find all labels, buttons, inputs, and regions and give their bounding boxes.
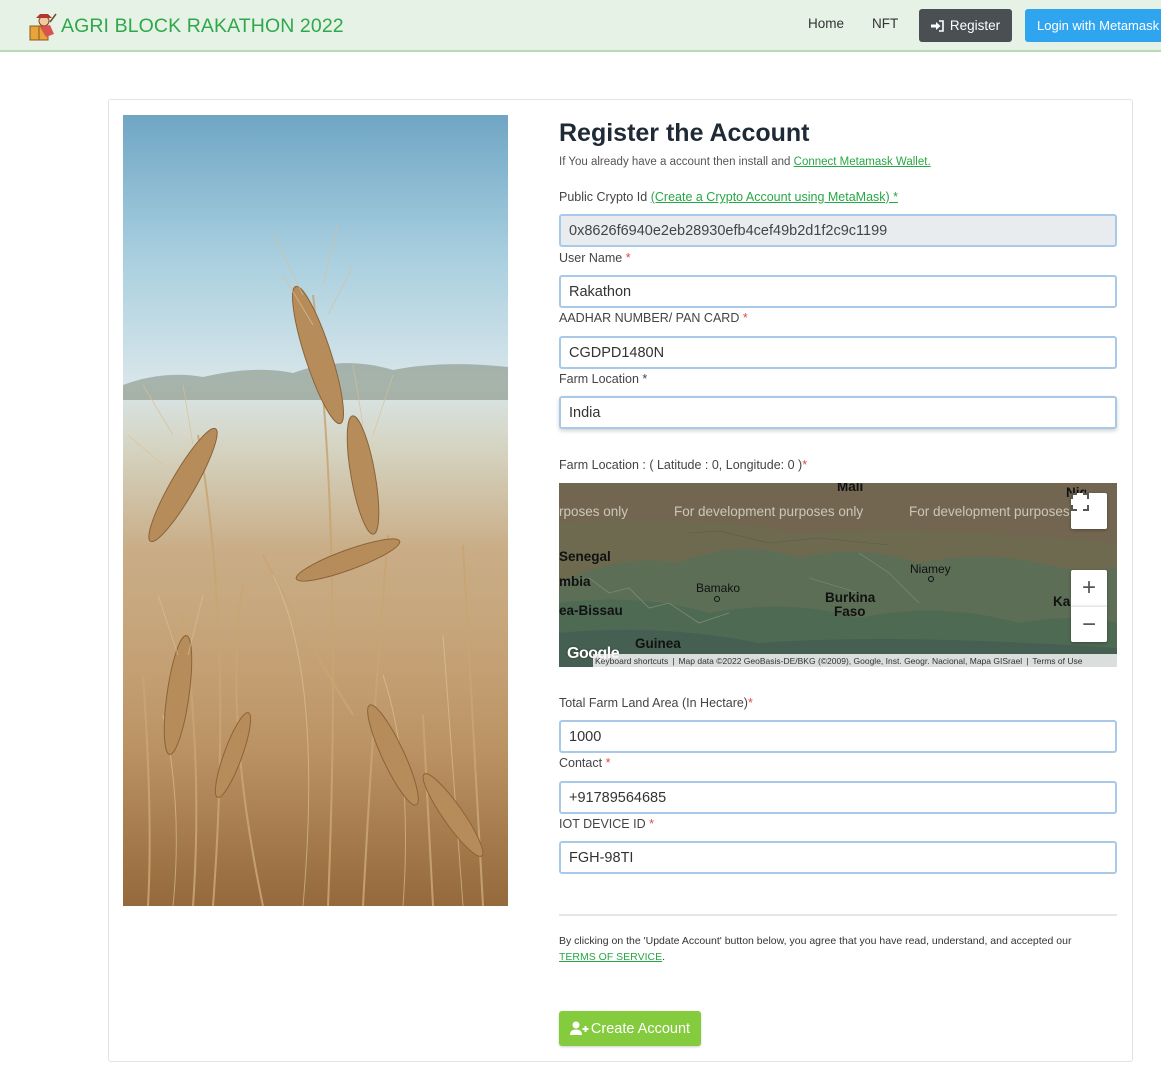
create-account-button[interactable]: Create Account bbox=[559, 1011, 701, 1046]
subtitle: If You already have a account then insta… bbox=[559, 156, 931, 168]
iot-device-label-text: IOT DEVICE ID bbox=[559, 817, 650, 831]
user-name-label-text: User Name bbox=[559, 251, 626, 265]
create-crypto-account-link[interactable]: (Create a Crypto Account using MetaMask)… bbox=[651, 190, 898, 204]
required-mark: * bbox=[605, 756, 611, 770]
farm-location-label: Farm Location * bbox=[559, 372, 648, 386]
user-plus-icon bbox=[569, 1021, 589, 1035]
aadhar-label: AADHAR NUMBER/ PAN CARD * bbox=[559, 311, 748, 325]
divider bbox=[559, 914, 1117, 916]
map-watermark: rposes only bbox=[559, 504, 629, 519]
map-watermark: For development purposes only bbox=[674, 504, 864, 519]
brand-title: AGRI BLOCK RAKATHON 2022 bbox=[61, 14, 344, 37]
wheat-field-image bbox=[123, 115, 508, 906]
register-button[interactable]: Register bbox=[919, 9, 1012, 42]
keyboard-shortcuts-link[interactable]: Keyboard shortcuts bbox=[595, 656, 668, 666]
navbar: AGRI BLOCK RAKATHON 2022 Home NFT Regist… bbox=[0, 0, 1161, 52]
required-mark: * bbox=[747, 696, 753, 710]
map-attribution: Keyboard shortcuts | Map data ©2022 GeoB… bbox=[593, 654, 1117, 667]
required-mark: * bbox=[802, 458, 808, 472]
fullscreen-button[interactable] bbox=[1071, 493, 1107, 529]
public-id-field[interactable]: 0x8626f6940e2eb28930efb4cef49b2d1f2c9c11… bbox=[559, 214, 1117, 247]
map-place-guinea: Guinea bbox=[635, 636, 681, 651]
required-mark: * bbox=[649, 817, 654, 831]
map-place-bamako: Bamako bbox=[696, 581, 741, 595]
map-watermark: For development purposes bbox=[909, 504, 1070, 519]
farm-location-field[interactable]: India bbox=[559, 396, 1117, 429]
map-location-label-text: Farm Location : ( Latitude : 0, Longitud… bbox=[559, 458, 803, 472]
map-place-gambia: mbia bbox=[559, 574, 591, 589]
map-place-faso: Faso bbox=[834, 604, 866, 619]
brand[interactable]: AGRI BLOCK RAKATHON 2022 bbox=[26, 9, 344, 43]
contact-label: Contact * bbox=[559, 756, 610, 770]
map-location-label: Farm Location : ( Latitude : 0, Longitud… bbox=[559, 458, 807, 472]
terms-notice: By clicking on the 'Update Account' butt… bbox=[559, 933, 1117, 965]
land-area-label-text: Total Farm Land Area (In Hectare) bbox=[559, 696, 748, 710]
terms-of-service-link[interactable]: TERMS OF SERVICE bbox=[559, 951, 662, 963]
page-title: Register the Account bbox=[559, 119, 810, 147]
map-terms-link[interactable]: Terms of Use bbox=[1032, 656, 1082, 666]
separator: | bbox=[672, 655, 675, 666]
iot-device-label: IOT DEVICE ID * bbox=[559, 817, 654, 831]
iot-device-field[interactable]: FGH-98TI bbox=[559, 841, 1117, 874]
register-label: Register bbox=[949, 18, 1001, 33]
create-account-label: Create Account bbox=[590, 1020, 691, 1037]
nav-home-link[interactable]: Home bbox=[808, 16, 844, 31]
zoom-in-button[interactable]: + bbox=[1071, 570, 1107, 606]
map-place-senegal: Senegal bbox=[559, 549, 611, 564]
login-label: Login with Metamask bbox=[1037, 18, 1160, 33]
map-city-marker bbox=[714, 596, 720, 602]
contact-label-text: Contact bbox=[559, 756, 606, 770]
sign-in-icon bbox=[930, 19, 944, 32]
required-mark: * bbox=[742, 311, 748, 325]
farm-location-map[interactable]: rposes only For development purposes onl… bbox=[559, 483, 1117, 667]
terms-end: . bbox=[662, 951, 665, 963]
map-city-marker bbox=[928, 576, 934, 582]
zoom-in-icon: + bbox=[1081, 574, 1096, 601]
map-place-guinea-bissau: ea-Bissau bbox=[559, 603, 623, 618]
farmer-logo-icon bbox=[29, 13, 57, 41]
land-area-label: Total Farm Land Area (In Hectare)* bbox=[559, 696, 753, 710]
connect-metamask-link[interactable]: Connect Metamask Wallet. bbox=[794, 156, 931, 168]
separator: | bbox=[1026, 655, 1029, 666]
aadhar-field[interactable]: CGDPD1480N bbox=[559, 336, 1117, 369]
aadhar-label-text: AADHAR NUMBER/ PAN CARD bbox=[559, 311, 743, 325]
map-place-niamey: Niamey bbox=[910, 562, 951, 576]
public-id-label-text: Public Crypto Id bbox=[559, 190, 651, 204]
nav-nft-link[interactable]: NFT bbox=[872, 16, 898, 31]
login-metamask-button[interactable]: Login with Metamask bbox=[1025, 9, 1161, 42]
land-area-field[interactable]: 1000 bbox=[559, 720, 1117, 753]
required-mark: * bbox=[625, 251, 631, 265]
zoom-out-button[interactable]: − bbox=[1071, 606, 1107, 642]
subtitle-text: If You already have a account then insta… bbox=[559, 156, 794, 168]
user-name-label: User Name * bbox=[559, 251, 631, 265]
zoom-out-icon: − bbox=[1081, 610, 1096, 638]
map-data-text: Map data ©2022 GeoBasis-DE/BKG (©2009), … bbox=[678, 655, 1023, 666]
user-name-field[interactable]: Rakathon bbox=[559, 275, 1117, 308]
map-place-burkina: Burkina bbox=[825, 590, 876, 605]
map-place-mali: Mali bbox=[837, 483, 864, 494]
public-id-label: Public Crypto Id (Create a Crypto Accoun… bbox=[559, 190, 898, 204]
contact-field[interactable]: +91789564685 bbox=[559, 781, 1117, 814]
terms-text: By clicking on the 'Update Account' butt… bbox=[559, 935, 1072, 947]
fullscreen-icon bbox=[1071, 493, 1089, 511]
